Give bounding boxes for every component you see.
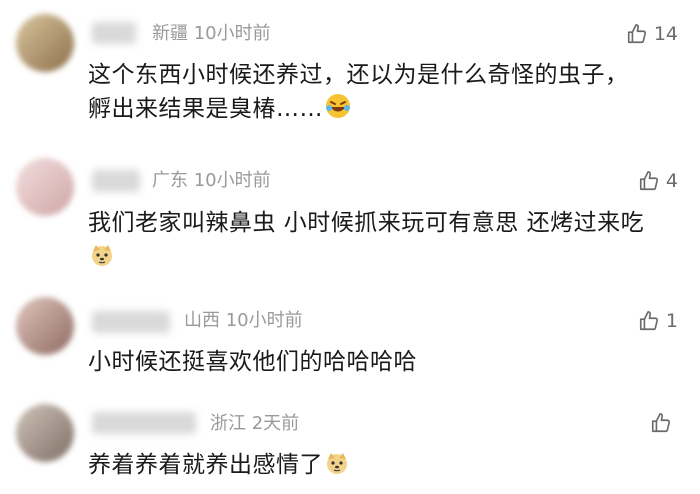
like-button[interactable] bbox=[650, 412, 678, 434]
like-count: 1 bbox=[665, 310, 678, 332]
like-count: 4 bbox=[665, 170, 678, 192]
comment-item: 广东 10小时前 4 我们老家叫辣鼻虫 小时候抓来玩可有意思 还烤过来吃 bbox=[0, 150, 700, 285]
thumbs-up-icon bbox=[639, 171, 658, 191]
avatar[interactable] bbox=[16, 14, 74, 72]
comment-time: 10小时前 bbox=[193, 23, 271, 44]
comment-text-block: 养着养着就养出感情了 bbox=[88, 448, 648, 485]
comment-time: 2天前 bbox=[251, 413, 300, 434]
comment-location: 新疆 bbox=[152, 23, 188, 44]
comment-text: 这个东西小时候还养过，还以为是什么奇怪的虫子，孵出来结果是臭椿…… bbox=[88, 62, 629, 122]
avatar[interactable] bbox=[16, 297, 74, 355]
comment-meta: 山西 10小时前 bbox=[184, 310, 303, 332]
comment-text-block: 小时候还挺喜欢他们的哈哈哈哈 bbox=[88, 345, 648, 379]
username-blurred[interactable] bbox=[92, 412, 196, 434]
comment-text: 养着养着就养出感情了 bbox=[88, 452, 323, 478]
comment-location: 广东 bbox=[152, 170, 188, 191]
laughing-crying-emoji bbox=[325, 93, 351, 129]
username-blurred[interactable] bbox=[92, 170, 140, 192]
comment-time: 10小时前 bbox=[225, 310, 303, 331]
like-button[interactable]: 4 bbox=[638, 170, 678, 192]
comment-time: 10小时前 bbox=[193, 170, 271, 191]
username-blurred[interactable] bbox=[92, 22, 136, 44]
like-count: 14 bbox=[653, 23, 678, 45]
comment-item: 新疆 10小时前 14 这个东西小时候还养过，还以为是什么奇怪的虫子，孵出来结果… bbox=[0, 0, 700, 150]
comment-meta: 新疆 10小时前 bbox=[152, 23, 271, 45]
like-button[interactable]: 14 bbox=[626, 23, 678, 45]
comment-text-block: 我们老家叫辣鼻虫 小时候抓来玩可有意思 还烤过来吃 bbox=[88, 206, 648, 277]
comment-meta: 广东 10小时前 bbox=[152, 170, 271, 192]
like-button[interactable]: 1 bbox=[638, 310, 678, 332]
doge-emoji bbox=[90, 243, 114, 277]
comment-location: 浙江 bbox=[210, 413, 246, 434]
comment-item: 山西 10小时前 1 小时候还挺喜欢他们的哈哈哈哈 bbox=[0, 285, 700, 392]
comment-text: 我们老家叫辣鼻虫 小时候抓来玩可有意思 还烤过来吃 bbox=[88, 210, 645, 236]
comment-item: 浙江 2天前 养着养着就养出感情了 bbox=[0, 392, 700, 494]
username-blurred[interactable] bbox=[92, 311, 170, 333]
comment-text-block: 这个东西小时候还养过，还以为是什么奇怪的虫子，孵出来结果是臭椿…… bbox=[88, 58, 648, 129]
comment-text: 小时候还挺喜欢他们的哈哈哈哈 bbox=[88, 349, 417, 375]
doge-emoji bbox=[325, 451, 349, 485]
thumbs-up-icon bbox=[651, 413, 671, 433]
comment-meta: 浙江 2天前 bbox=[210, 413, 299, 435]
comment-location: 山西 bbox=[184, 310, 220, 331]
thumbs-up-icon bbox=[627, 24, 646, 44]
thumbs-up-icon bbox=[639, 311, 658, 331]
avatar[interactable] bbox=[16, 158, 74, 216]
avatar[interactable] bbox=[16, 404, 74, 462]
